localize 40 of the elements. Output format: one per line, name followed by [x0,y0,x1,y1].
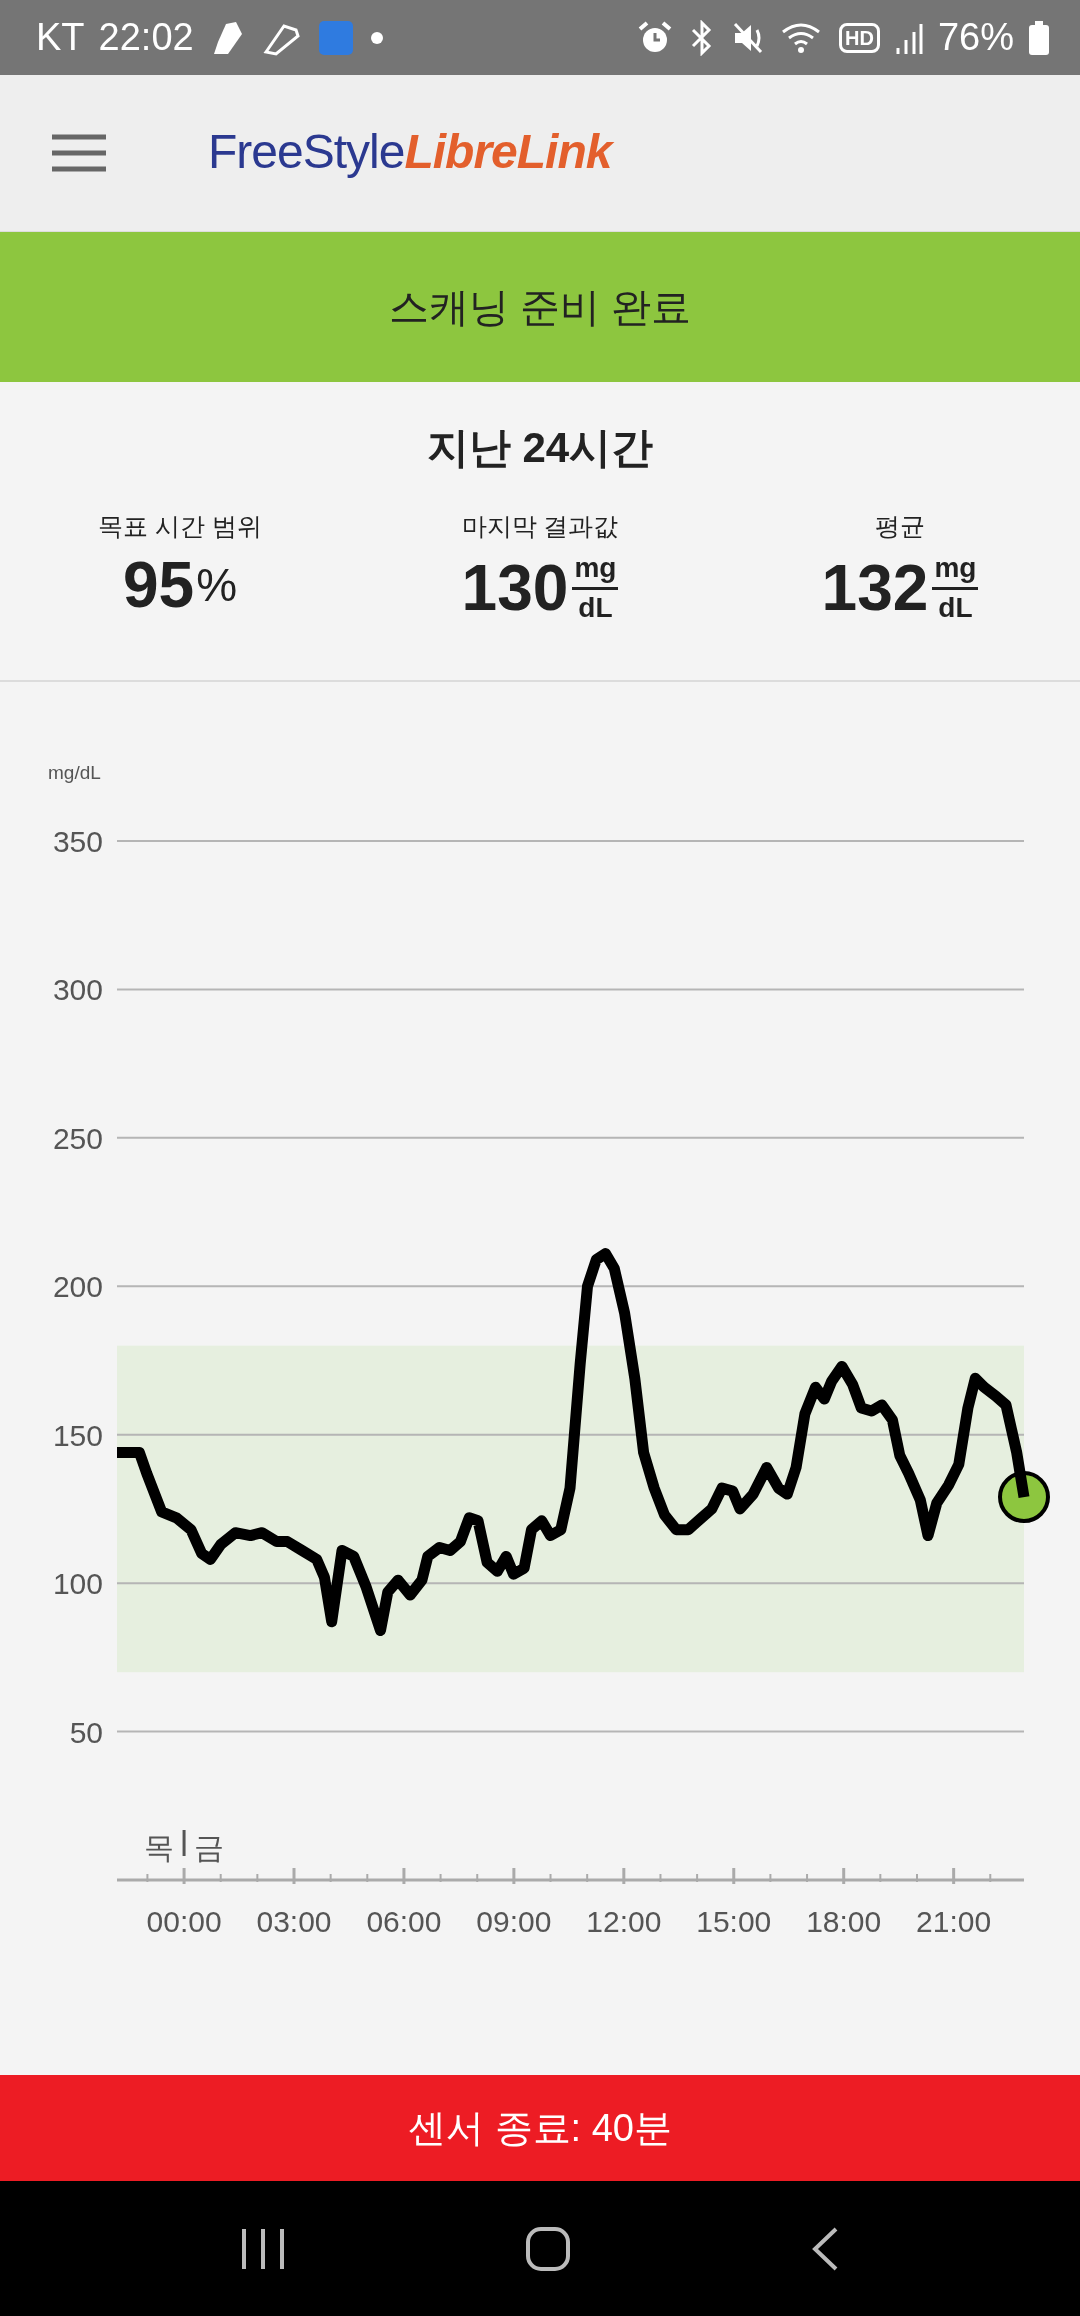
day-label: 목 [144,1831,175,1864]
unit-label: % [196,558,238,612]
axis-label: 100 [52,1567,103,1601]
axis-label: 50 [69,1715,103,1749]
axis-label: 21:00 [916,1905,992,1938]
axis-label: 12:00 [586,1905,662,1938]
stat-value: 95 [122,553,195,617]
hd-icon: HD [839,22,880,53]
axis-label: 03:00 [256,1905,332,1938]
battery-percent: 76% [937,16,1014,59]
axis-label: 18:00 [806,1905,882,1938]
axis-label: 150 [52,1418,103,1452]
axis-label: 15:00 [696,1905,772,1938]
stat-label: 평균 [875,511,925,542]
dot-icon [369,30,384,45]
unit-label: mg dL [572,553,619,624]
stat-label: 목표 시간 범위 [98,511,262,542]
unit-label: mg dL [932,553,979,624]
stat-value: 132 [821,556,929,621]
clock: 22:02 [98,16,194,59]
sensor-expiry-text: 센서 종료: 40분 [408,2105,672,2151]
home-icon[interactable] [525,2225,571,2272]
axis-label: 06:00 [366,1905,442,1938]
app-logo: FreeStyleLibreLink [208,123,612,180]
summary-title: 지난 24시간 [426,423,654,473]
axis-label: 300 [52,973,103,1007]
axis-label: 09:00 [476,1905,552,1938]
battery-icon [1028,19,1050,56]
recent-apps-icon[interactable] [239,2226,286,2271]
stat-label: 마지막 결과값 [461,511,619,542]
axis-title: mg/dL [48,762,101,783]
axis-label: 350 [52,825,103,858]
axis-label: 200 [52,1270,103,1304]
day-label: 금 [194,1831,225,1864]
stat-value: 130 [461,556,569,621]
carrier-name: KT [36,16,85,59]
status-banner-text: 스캐닝 준비 완료 [388,283,692,331]
axis-label: 00:00 [146,1905,222,1938]
menu-icon[interactable] [52,134,106,172]
axis-label: 250 [52,1121,103,1155]
